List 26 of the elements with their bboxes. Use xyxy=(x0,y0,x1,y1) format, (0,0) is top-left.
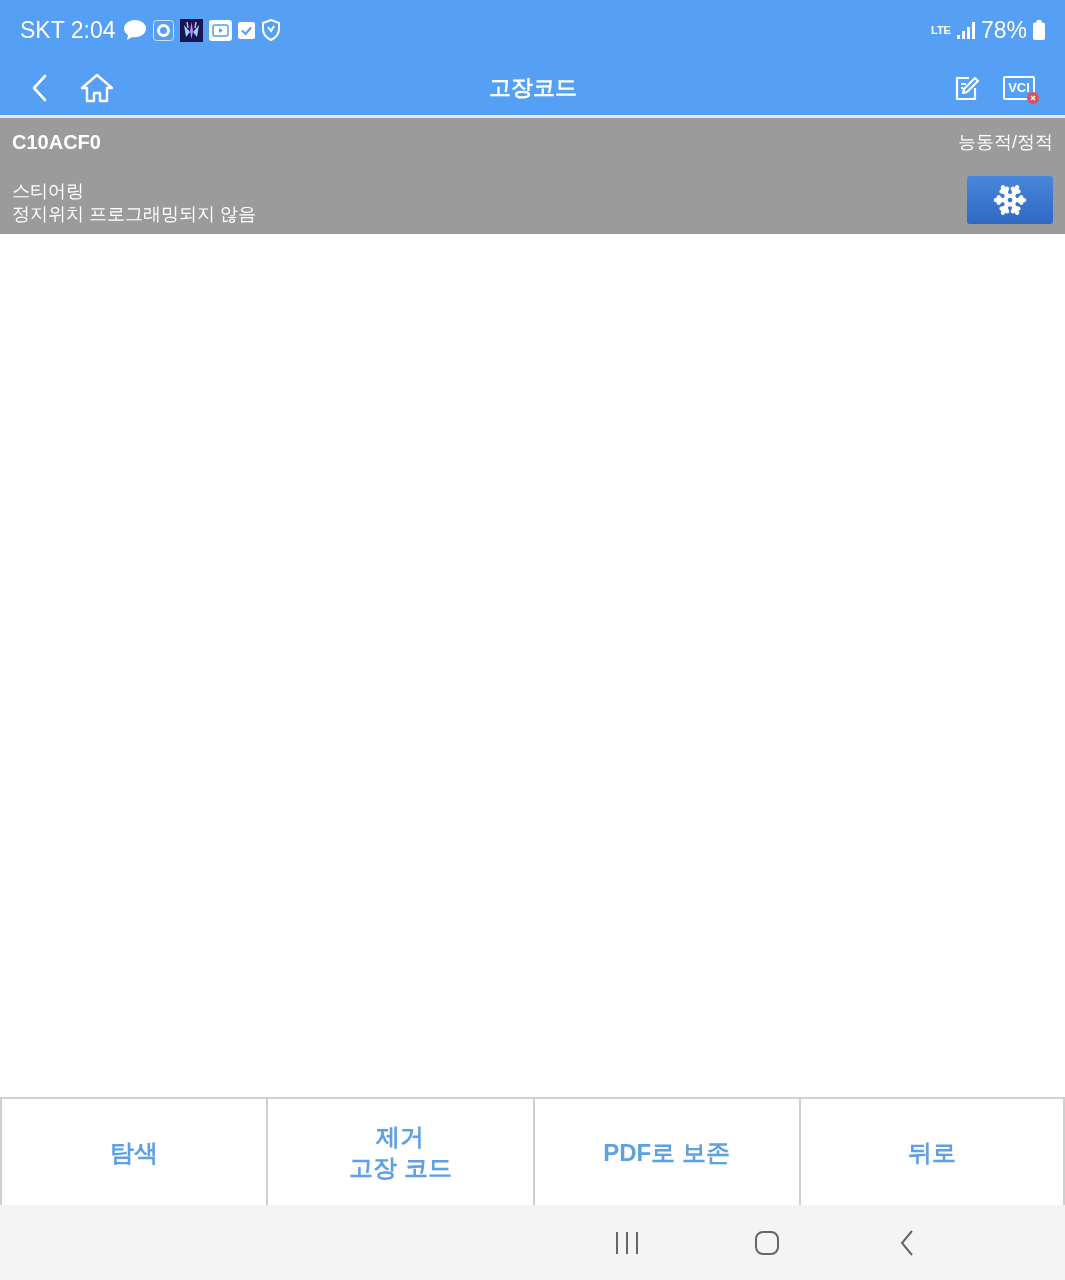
chevron-left-icon xyxy=(31,73,47,102)
fault-code-text: C10ACF0 xyxy=(12,130,101,154)
app-icon xyxy=(180,18,204,42)
edit-note-icon xyxy=(954,74,980,101)
battery-icon xyxy=(1033,20,1045,40)
battery-percent-text: 78% xyxy=(980,18,1027,42)
shield-check-icon xyxy=(261,19,282,41)
fault-description-text: 정지위치 프로그래밍되지 않음 xyxy=(12,203,256,226)
home-button[interactable] xyxy=(80,71,114,104)
chevron-left-icon xyxy=(900,1229,914,1256)
ring-app-icon xyxy=(153,19,175,41)
recent-apps-icon xyxy=(615,1230,639,1255)
action-button[interactable]: 뒤로 xyxy=(798,1099,1065,1205)
video-app-icon xyxy=(209,19,233,41)
snowflake-icon xyxy=(993,183,1027,217)
carrier-time-text: SKT 2:04 xyxy=(20,18,116,42)
system-name-text: 스티어링 xyxy=(12,180,85,203)
home-icon xyxy=(80,72,114,103)
checkbox-app-icon xyxy=(238,21,256,39)
network-type-label: LTE xyxy=(931,24,951,36)
signal-strength-icon xyxy=(956,21,975,39)
fault-status-text: 능동적/정적 xyxy=(958,131,1053,154)
rounded-square-icon xyxy=(755,1230,779,1255)
screen-title: 고장코드 xyxy=(488,75,577,100)
freeze-frame-button[interactable] xyxy=(967,176,1053,224)
chat-bubble-icon xyxy=(123,19,148,41)
